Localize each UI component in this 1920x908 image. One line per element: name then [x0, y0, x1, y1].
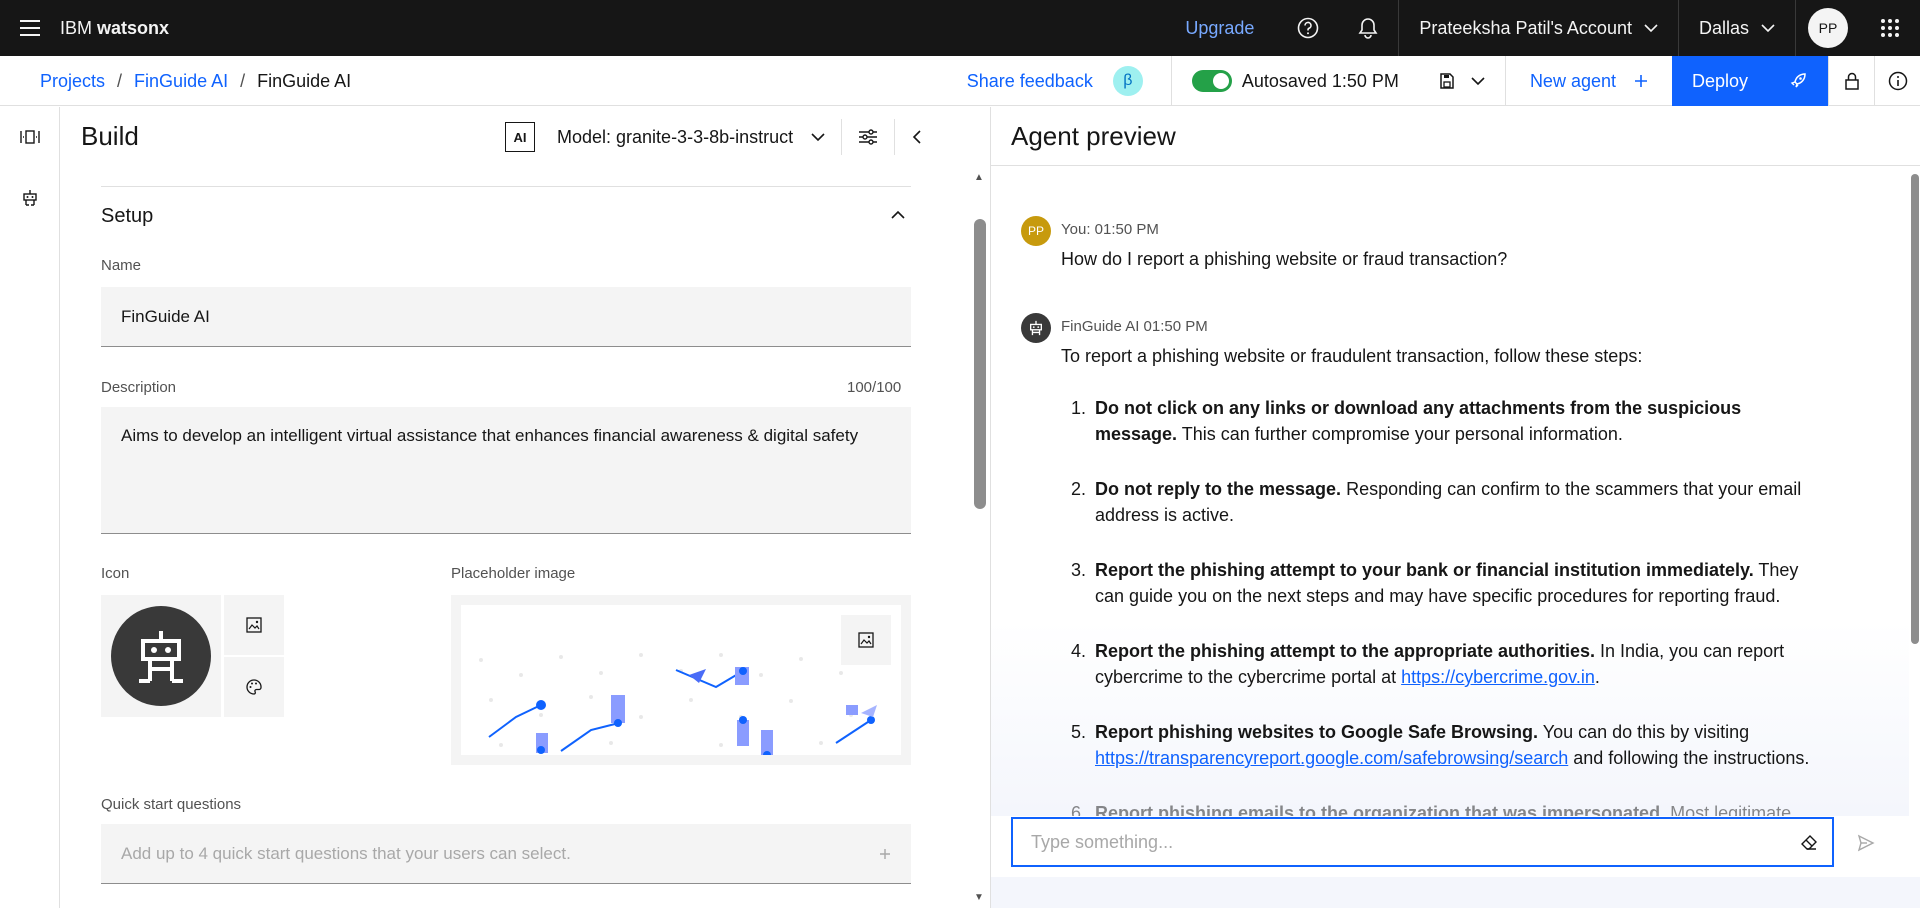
- autosave-status: Autosaved 1:50 PM: [1172, 70, 1419, 92]
- chat-scrollbar[interactable]: [1911, 174, 1919, 644]
- notification-icon[interactable]: [1338, 0, 1398, 56]
- chat-input[interactable]: Type something...: [1011, 817, 1834, 867]
- upload-image-icon[interactable]: [224, 595, 284, 655]
- build-scrollbar[interactable]: [974, 219, 986, 509]
- icon-label: Icon: [101, 565, 130, 582]
- send-icon[interactable]: [1846, 823, 1886, 863]
- agent-intro: To report a phishing website or fraudule…: [1061, 346, 1643, 366]
- beta-badge: β: [1112, 66, 1143, 96]
- breadcrumb: Projects / FinGuide AI / FinGuide AI: [40, 56, 351, 106]
- build-panel: Build AI Model: granite-3-3-8b-instruct …: [61, 107, 990, 908]
- list-item: 4. Report the phishing attempt to the app…: [1071, 641, 1785, 687]
- product-name[interactable]: IBM watsonx: [60, 18, 169, 39]
- description-label: Description: [101, 379, 177, 396]
- deploy-button[interactable]: Deploy: [1672, 56, 1828, 106]
- rocket-icon: [1790, 73, 1806, 88]
- info-icon[interactable]: [1874, 56, 1920, 106]
- breadcrumb-current: FinGuide AI: [257, 70, 352, 91]
- placeholder-illustration: [461, 605, 901, 755]
- share-feedback-link[interactable]: Share feedback: [967, 71, 1093, 92]
- chevron-up-icon[interactable]: [891, 207, 905, 225]
- list-item: 2. Do not reply to the message. Respondin…: [1071, 479, 1802, 525]
- setup-section-title[interactable]: Setup: [101, 205, 153, 228]
- save-icon[interactable]: [1439, 73, 1455, 89]
- placeholder-image-box: [451, 595, 911, 765]
- chevron-down-icon: [1761, 24, 1775, 33]
- add-icon[interactable]: [879, 848, 891, 860]
- quick-start-placeholder: Add up to 4 quick start questions that y…: [121, 843, 571, 863]
- deploy-label: Deploy: [1692, 70, 1749, 91]
- quick-start-input[interactable]: Add up to 4 quick start questions that y…: [101, 824, 911, 884]
- name-label: Name: [101, 257, 142, 274]
- name-field[interactable]: FinGuide AI: [101, 287, 911, 347]
- steps-list: 1. Do not click on any links or download …: [1061, 395, 1821, 816]
- preview-title: Agent preview: [1011, 121, 1176, 151]
- list-item: 5. Report phishing websites to Google Saf…: [1071, 722, 1810, 768]
- agent-answer: 1. Do not click on any links or download …: [1061, 395, 1821, 816]
- help-icon[interactable]: [1278, 0, 1338, 56]
- breadcrumb-project[interactable]: FinGuide AI: [134, 71, 228, 92]
- save-menu[interactable]: [1419, 73, 1505, 89]
- panel-toggle-icon[interactable]: [0, 107, 60, 167]
- upgrade-link[interactable]: Upgrade: [1161, 0, 1278, 56]
- account-switcher[interactable]: Prateeksha Patil's Account: [1399, 0, 1678, 56]
- eraser-icon[interactable]: [1800, 833, 1818, 851]
- user-message: How do I report a phishing website or fr…: [1061, 249, 1508, 269]
- robot-icon: [111, 606, 211, 706]
- model-selector[interactable]: AI Model: granite-3-3-8b-instruct: [505, 119, 923, 155]
- cybercrime-link[interactable]: https://cybercrime.gov.in: [1401, 667, 1595, 687]
- chevron-down-icon: [1644, 24, 1658, 33]
- agent-icon-preview: [101, 595, 221, 717]
- left-rail: [0, 107, 60, 908]
- user-avatar[interactable]: PP: [1808, 8, 1848, 48]
- breadcrumb-projects[interactable]: Projects: [40, 71, 105, 92]
- list-item: 6. Report phishing emails to the organiza…: [1071, 803, 1792, 816]
- app-switcher-icon[interactable]: [1860, 0, 1920, 56]
- agent-preview-panel: Agent preview PP You: 01:50 PM How do I …: [990, 107, 1920, 908]
- lock-icon[interactable]: [1828, 56, 1874, 106]
- autosave-toggle[interactable]: [1191, 70, 1232, 92]
- settings-sliders-icon[interactable]: [858, 128, 878, 146]
- description-field[interactable]: Aims to develop an intelligent virtual a…: [101, 407, 911, 534]
- chevron-down-icon[interactable]: [1471, 76, 1485, 86]
- global-header: IBM watsonx Upgrade Prateeksha Patil's A…: [0, 0, 1920, 56]
- agent-robot-icon[interactable]: [0, 167, 60, 227]
- ai-label-icon: AI: [505, 122, 535, 152]
- build-title: Build: [81, 121, 139, 151]
- chat-transcript: PP You: 01:50 PM How do I report a phish…: [991, 166, 1909, 816]
- agent-avatar: [1021, 313, 1051, 343]
- safebrowsing-link[interactable]: https://transparencyreport.google.com/sa…: [1095, 748, 1568, 768]
- chat-input-placeholder: Type something...: [1031, 831, 1174, 852]
- user-avatar: PP: [1021, 216, 1051, 246]
- description-counter: 100/100: [847, 379, 902, 396]
- model-name: Model: granite-3-3-8b-instruct: [557, 126, 794, 147]
- build-header: Build AI Model: granite-3-3-8b-instruct: [61, 107, 990, 167]
- breadcrumb-separator: /: [117, 70, 123, 91]
- quick-start-label: Quick start questions: [101, 796, 242, 813]
- user-message-meta: You: 01:50 PM: [1061, 221, 1159, 238]
- list-item: 1. Do not click on any links or download …: [1071, 398, 1742, 444]
- breadcrumb-separator: /: [240, 70, 246, 91]
- new-agent-button[interactable]: New agent: [1506, 56, 1672, 106]
- collapse-panel-icon[interactable]: [911, 129, 923, 145]
- chevron-down-icon[interactable]: [811, 132, 825, 142]
- region-name: Dallas: [1698, 17, 1749, 38]
- new-agent-label: New agent: [1529, 70, 1616, 91]
- autosave-text: Autosaved 1:50 PM: [1241, 70, 1399, 91]
- menu-icon[interactable]: [0, 0, 60, 56]
- scroll-up-arrow[interactable]: ▲: [974, 172, 984, 183]
- scroll-down-arrow[interactable]: ▼: [974, 892, 984, 903]
- account-name: Prateeksha Patil's Account: [1419, 17, 1632, 38]
- add-icon: [1635, 75, 1647, 87]
- upload-placeholder-icon[interactable]: [841, 615, 891, 665]
- color-palette-icon[interactable]: [224, 657, 284, 717]
- placeholder-image-label: Placeholder image: [451, 565, 576, 582]
- project-toolbar: Projects / FinGuide AI / FinGuide AI Sha…: [0, 56, 1920, 106]
- list-item: 3. Report the phishing attempt to your ba…: [1071, 560, 1799, 606]
- region-switcher[interactable]: Dallas: [1679, 0, 1795, 56]
- agent-message-meta: FinGuide AI 01:50 PM: [1061, 318, 1208, 335]
